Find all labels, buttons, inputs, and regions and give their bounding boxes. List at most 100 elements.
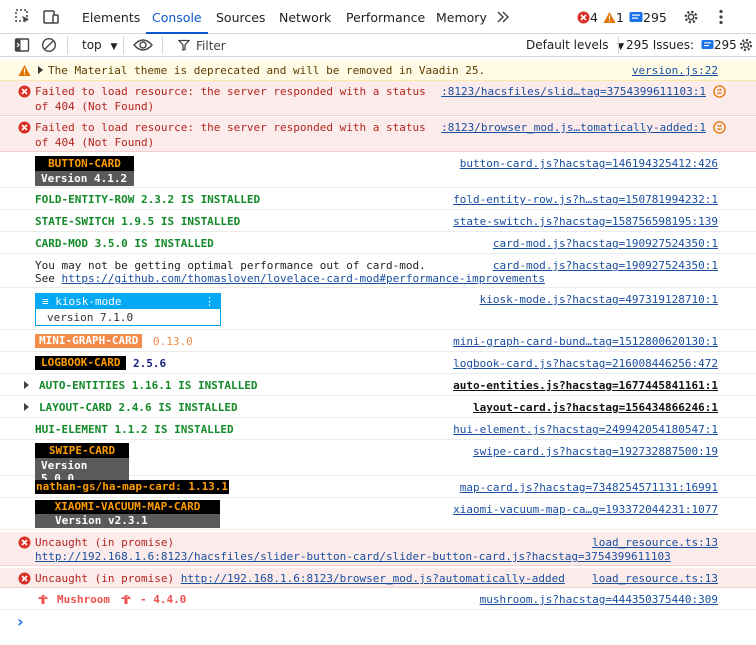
inspect-icon[interactable]	[14, 8, 32, 26]
error-icon	[18, 536, 31, 549]
log-badge: nathan-gs/ha-map-card: 1.13.1	[35, 480, 230, 494]
error-count[interactable]: 4	[577, 10, 598, 26]
network-request-icon[interactable]	[713, 85, 726, 98]
more-tabs-icon[interactable]	[494, 8, 512, 26]
eye-icon[interactable]	[133, 38, 153, 52]
source-link[interactable]: card-mod.js?hacstag=190927524350:1	[493, 258, 718, 273]
console-log[interactable]: XIAOMI-VACUUM-MAP-CARD Version v2.3.1 xi…	[0, 499, 756, 530]
console-warning[interactable]: The Material theme is deprecated and wil…	[0, 60, 756, 81]
warning-icon	[18, 65, 31, 76]
message-text: FOLD-ENTITY-ROW 2.3.2 IS INSTALLED	[35, 193, 261, 206]
console-log[interactable]: LAYOUT-CARD 2.4.6 IS INSTALLED layout-ca…	[0, 397, 756, 418]
log-badge: XIAOMI-VACUUM-MAP-CARD	[35, 500, 220, 514]
source-link[interactable]: load_resource.ts:13	[592, 571, 718, 586]
source-link[interactable]: card-mod.js?hacstag=190927524350:1	[493, 236, 718, 251]
settings-icon[interactable]	[682, 8, 700, 26]
message-link[interactable]: http://192.168.1.6:8123/browser_mod.js?a…	[181, 572, 565, 585]
more-menu-icon[interactable]	[712, 8, 730, 26]
log-levels-dropdown[interactable]: Default levels ▼	[526, 34, 624, 57]
message-text: of 404 (Not Found)	[35, 100, 155, 113]
expand-triangle[interactable]	[24, 403, 29, 411]
source-link[interactable]: xiaomi-vacuum-map-ca…g=193372044231:1077	[453, 502, 718, 517]
warning-count[interactable]: 1	[603, 10, 624, 26]
error-icon	[18, 572, 31, 585]
network-request-icon[interactable]	[713, 121, 726, 134]
log-badge: SWIPE-CARD	[35, 443, 129, 458]
source-link[interactable]: fold-entity-row.js?h…stag=150781994232:1	[453, 192, 718, 207]
error-icon	[577, 11, 590, 24]
tab-memory[interactable]: Memory	[436, 0, 487, 34]
message-text: The Material theme is deprecated and wil…	[48, 64, 486, 77]
context-selector[interactable]: top ▼	[82, 34, 117, 57]
source-link[interactable]: auto-entities.js?hacstag=1677445841161:1	[453, 378, 718, 393]
source-link[interactable]: mushroom.js?hacstag=444350375440:309	[480, 592, 718, 607]
tab-network[interactable]: Network	[279, 0, 331, 34]
message-link[interactable]: https://github.com/thomasloven/lovelace-…	[62, 272, 545, 285]
console-log[interactable]: You may not be getting optimal performan…	[0, 255, 756, 288]
message-text: Failed to load resource: the server resp…	[35, 85, 426, 98]
filter-input[interactable]	[196, 37, 496, 54]
tab-console[interactable]: Console	[146, 0, 208, 34]
source-link[interactable]: hui-element.js?hacstag=249942054180547:1	[453, 422, 718, 437]
device-toolbar-icon[interactable]	[42, 8, 60, 26]
filter-box[interactable]	[170, 36, 510, 55]
message-text: HUI-ELEMENT 1.1.2 IS INSTALLED	[35, 423, 234, 436]
prompt-chevron-icon: ›	[17, 612, 24, 631]
source-link[interactable]: load_resource.ts:13	[592, 535, 718, 550]
console-log[interactable]: MINI-GRAPH-CARD 0.13.0 mini-graph-card-b…	[0, 331, 756, 352]
console-log[interactable]: FOLD-ENTITY-ROW 2.3.2 IS INSTALLED fold-…	[0, 189, 756, 210]
error-icon	[18, 85, 31, 98]
console-filter-bar: top ▼ Default levels ▼ 295 Issues: 295	[0, 34, 756, 57]
console-error[interactable]: Failed to load resource: the server resp…	[0, 117, 756, 152]
console-log[interactable]: LOGBOOK-CARD 2.5.6 logbook-card.js?hacst…	[0, 353, 756, 374]
tab-performance[interactable]: Performance	[346, 0, 425, 34]
issues-button[interactable]: 295 Issues: 295	[626, 34, 737, 57]
sidebar-icon[interactable]	[14, 37, 30, 53]
source-link[interactable]: swipe-card.js?hacstag=192732887500:19	[473, 444, 718, 459]
source-link[interactable]: state-switch.js?hacstag=158756598195:139	[453, 214, 718, 229]
console-error[interactable]: Failed to load resource: the server resp…	[0, 81, 756, 116]
console-log[interactable]: BUTTON-CARD Version 4.1.2 button-card.js…	[0, 153, 756, 188]
log-version-badge: Version 4.1.2	[35, 171, 134, 186]
console-messages: The Material theme is deprecated and wil…	[0, 58, 756, 645]
source-link[interactable]: :8123/hacsfiles/slid…tag=3754399611103:1	[441, 84, 706, 99]
console-error[interactable]: Uncaught (in promise) http://192.168.1.6…	[0, 532, 756, 566]
source-link[interactable]: button-card.js?hacstag=146194325412:426	[460, 156, 718, 171]
source-link[interactable]: layout-card.js?hacstag=156434866246:1	[473, 400, 718, 415]
devtools-tabbar: Elements Console Sources Network Perform…	[0, 0, 756, 34]
console-settings-icon[interactable]	[737, 37, 755, 55]
message-text: Uncaught (in promise)	[35, 536, 175, 549]
source-link[interactable]: logbook-card.js?hacstag=216008446256:472	[453, 356, 718, 371]
message-text: AUTO-ENTITIES 1.16.1 IS INSTALLED	[39, 379, 258, 392]
console-log[interactable]: AUTO-ENTITIES 1.16.1 IS INSTALLED auto-e…	[0, 375, 756, 396]
console-log[interactable]: ≡ kiosk-mode ⋮ version 7.1.0 kiosk-mode.…	[0, 289, 756, 330]
console-log[interactable]: HUI-ELEMENT 1.1.2 IS INSTALLED hui-eleme…	[0, 419, 756, 440]
tab-elements[interactable]: Elements	[82, 0, 140, 34]
source-link[interactable]: map-card.js?hacstag=7348254571131:16991	[460, 480, 718, 495]
tab-sources[interactable]: Sources	[216, 0, 265, 34]
log-badge: MINI-GRAPH-CARD	[35, 334, 143, 348]
console-log[interactable]: STATE-SWITCH 1.9.5 IS INSTALLED state-sw…	[0, 211, 756, 232]
source-link[interactable]: mini-graph-card-bund…tag=1512800620130:1	[453, 334, 718, 349]
chevron-down-icon: ▼	[110, 42, 118, 52]
issues-count[interactable]: 295	[629, 10, 667, 26]
message-link[interactable]: http://192.168.1.6:8123/hacsfiles/slider…	[35, 549, 671, 564]
expand-triangle[interactable]	[24, 381, 29, 389]
expand-triangle[interactable]	[38, 66, 43, 74]
log-badge: BUTTON-CARD	[35, 156, 134, 171]
divider	[67, 36, 68, 54]
console-log[interactable]: CARD-MOD 3.5.0 IS INSTALLED card-mod.js?…	[0, 233, 756, 254]
message-text: Mushroom	[57, 593, 110, 606]
console-error[interactable]: Uncaught (in promise) http://192.168.1.6…	[0, 568, 756, 588]
console-log[interactable]: Mushroom - 4.4.0 mushroom.js?hacstag=444…	[0, 589, 756, 610]
console-log[interactable]: SWIPE-CARD Version 5.0.0 swipe-card.js?h…	[0, 441, 756, 486]
clear-icon[interactable]	[41, 37, 57, 53]
divider	[123, 36, 124, 54]
source-link[interactable]: version.js:22	[632, 63, 718, 78]
console-prompt[interactable]: ›	[0, 611, 756, 645]
log-badge: LOGBOOK-CARD	[35, 356, 127, 370]
message-text: STATE-SWITCH 1.9.5 IS INSTALLED	[35, 215, 241, 228]
source-link[interactable]: :8123/browser_mod.js…tomatically-added:1	[441, 120, 706, 135]
console-log[interactable]: nathan-gs/ha-map-card: 1.13.1 map-card.j…	[0, 477, 756, 498]
source-link[interactable]: kiosk-mode.js?hacstag=497319128710:1	[480, 292, 718, 307]
